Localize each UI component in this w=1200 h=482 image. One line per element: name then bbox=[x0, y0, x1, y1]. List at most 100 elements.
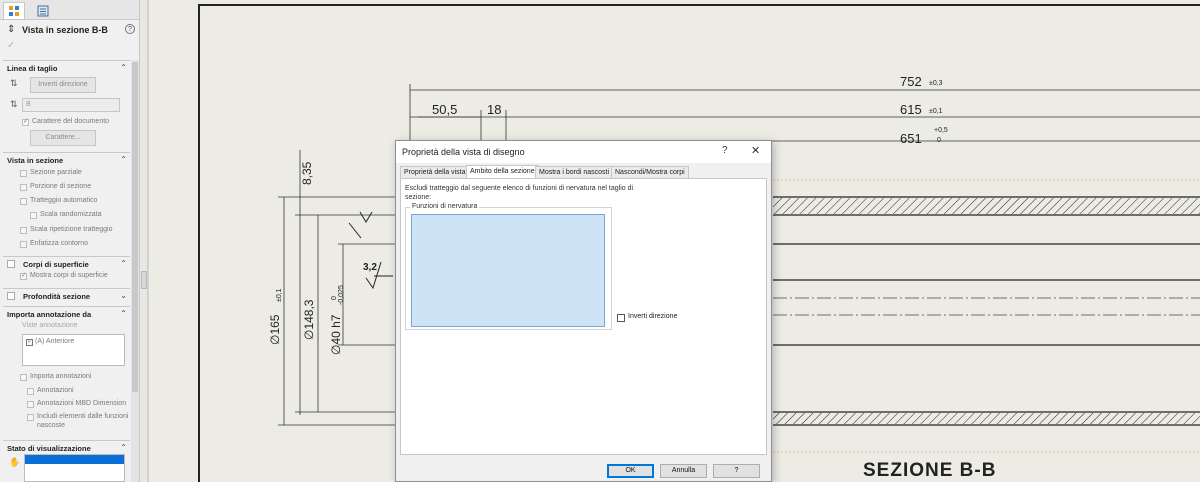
checkbox-label: Importa annotazioni bbox=[30, 373, 92, 380]
hatch-pattern-scale-option[interactable]: Scala ripetizione tratteggio bbox=[0, 225, 130, 237]
splitter-handle[interactable] bbox=[141, 271, 147, 289]
property-manager-scrollbar[interactable] bbox=[131, 60, 139, 482]
hatch-bottom bbox=[773, 413, 1200, 424]
configuration-tab[interactable] bbox=[32, 2, 54, 19]
property-manager: ⇕ Vista in sezione B-B ? ✓ Linea di tagl… bbox=[0, 0, 140, 482]
section-letter-field[interactable]: B bbox=[22, 98, 120, 112]
panel-splitter[interactable] bbox=[140, 0, 148, 482]
property-manager-title: Vista in sezione B-B bbox=[22, 25, 108, 35]
checkbox-label: Scala randomizzata bbox=[40, 211, 102, 218]
chevron-down-icon[interactable]: ⌄ bbox=[120, 291, 127, 300]
annotations-option[interactable]: Annotazioni bbox=[0, 386, 130, 398]
close-icon[interactable]: ✕ bbox=[751, 144, 760, 157]
tab-section-scope[interactable]: Ambito della sezione bbox=[466, 165, 539, 179]
checkbox-label: Sezione parziale bbox=[30, 169, 82, 176]
checkbox[interactable] bbox=[20, 227, 27, 234]
checkbox-label: Porzione di sezione bbox=[30, 183, 92, 190]
slice-section-option[interactable]: Porzione di sezione bbox=[0, 182, 130, 194]
font-button[interactable]: Carattere... bbox=[30, 130, 96, 146]
ok-check-icon[interactable]: ✓ bbox=[7, 40, 15, 51]
roughness-symbol bbox=[348, 211, 393, 290]
checkbox[interactable] bbox=[27, 401, 34, 408]
checkbox[interactable] bbox=[20, 198, 27, 205]
rib-features-list[interactable] bbox=[411, 214, 605, 327]
checkbox[interactable] bbox=[30, 212, 37, 219]
partial-section-option[interactable]: Sezione parziale bbox=[0, 168, 130, 180]
chevron-up-icon[interactable]: ⌃ bbox=[120, 63, 127, 72]
scrollbar-thumb[interactable] bbox=[132, 62, 138, 392]
tab-panel: Escludi tratteggio dal seguente elenco d… bbox=[400, 178, 767, 455]
checkbox-label: nascoste bbox=[37, 422, 66, 429]
checkbox[interactable] bbox=[20, 241, 27, 248]
dimension-18[interactable]: 18 bbox=[487, 102, 501, 117]
help-icon[interactable]: ? bbox=[722, 145, 728, 156]
dimension-dia-165[interactable]: ∅165 bbox=[268, 315, 282, 345]
randomize-scale-option[interactable]: Scala randomizzata bbox=[0, 210, 130, 222]
dialog-titlebar[interactable]: Proprietà della vista di disegno ? ✕ bbox=[396, 141, 771, 163]
checkbox[interactable] bbox=[7, 260, 15, 268]
list-item[interactable]: (A) Anteriore bbox=[23, 337, 139, 349]
selected-list-item[interactable] bbox=[25, 455, 124, 464]
ok-button[interactable]: OK bbox=[607, 464, 654, 478]
cancel-button[interactable]: Annulla bbox=[660, 464, 707, 478]
surface-bodies-section[interactable]: Corpi di superficie ⌃ bbox=[3, 256, 130, 270]
annotation-views-label: Viste annotazione bbox=[0, 321, 130, 333]
chevron-up-icon[interactable]: ⌃ bbox=[120, 155, 127, 164]
checkbox-label: Carattere del documento bbox=[32, 118, 110, 125]
property-manager-header: ⇕ Vista in sezione B-B ? bbox=[0, 22, 139, 38]
tolerance-651-upper: +0,5 bbox=[934, 127, 948, 134]
checkbox[interactable] bbox=[7, 292, 15, 300]
part-outline bbox=[773, 196, 1200, 426]
dimension-dia-40-h7[interactable]: ∅40 h7 bbox=[329, 315, 343, 355]
roughness-value[interactable]: 3,2 bbox=[363, 262, 377, 273]
dimension-615[interactable]: 615 bbox=[900, 102, 922, 117]
chevron-up-icon[interactable]: ⌃ bbox=[120, 443, 127, 452]
reverse-direction-button[interactable]: Inverti direzione bbox=[30, 77, 96, 93]
checkbox[interactable] bbox=[27, 388, 34, 395]
section-label: Importa annotazione da bbox=[7, 310, 92, 319]
dimension-752[interactable]: 752 bbox=[900, 74, 922, 89]
chevron-up-icon[interactable]: ⌃ bbox=[120, 309, 127, 318]
checkbox[interactable] bbox=[20, 184, 27, 191]
annotation-views-list[interactable]: (A) Anteriore bbox=[22, 334, 125, 366]
checkbox-label: Annotazioni MBD Dimension bbox=[37, 400, 127, 407]
doc-font-option[interactable]: Carattere del documento bbox=[0, 117, 130, 129]
tolerance-615: ±0,1 bbox=[929, 108, 943, 115]
dimension-8-35[interactable]: 8,35 bbox=[300, 162, 314, 185]
emphasize-outline-option[interactable]: Enfatizza contorno bbox=[0, 239, 130, 251]
auto-hatching-option[interactable]: Tratteggio automatico bbox=[0, 196, 130, 208]
import-annotation-section[interactable]: Importa annotazione da ⌃ bbox=[3, 306, 130, 320]
list-item-label: (A) Anteriore bbox=[35, 338, 75, 345]
center-lines bbox=[773, 297, 1200, 316]
display-state-section[interactable]: Stato di visualizzazione ⌃ bbox=[3, 440, 130, 454]
checkbox[interactable] bbox=[20, 170, 27, 177]
list-icon bbox=[37, 5, 49, 16]
doc-font-checkbox[interactable] bbox=[22, 117, 29, 126]
checkbox-label: Enfatizza contorno bbox=[30, 240, 88, 247]
show-surface-bodies-option[interactable]: Mostra corpi di superficie bbox=[0, 271, 130, 283]
property-tab[interactable] bbox=[3, 2, 25, 19]
help-icon[interactable]: ? bbox=[125, 24, 135, 34]
section-view-section[interactable]: Vista in sezione ⌃ bbox=[3, 152, 130, 166]
chevron-up-icon[interactable]: ⌃ bbox=[120, 259, 127, 268]
help-button[interactable]: ? bbox=[713, 464, 760, 478]
display-state-icon: ✋ bbox=[9, 457, 21, 467]
checkbox[interactable] bbox=[27, 414, 34, 421]
tolerance-165: ±0,1 bbox=[276, 288, 283, 302]
tolerance-40-lower: -0,025 bbox=[338, 285, 345, 305]
mbd-annotations-option[interactable]: Annotazioni MBD Dimension bbox=[0, 399, 130, 411]
invert-direction-checkbox[interactable] bbox=[617, 314, 625, 322]
cutting-line-section[interactable]: Linea di taglio ⌃ bbox=[3, 60, 130, 74]
dimension-50-5[interactable]: 50,5 bbox=[432, 102, 457, 117]
section-view-label[interactable]: SEZIONE B-B bbox=[863, 460, 996, 482]
checkbox[interactable] bbox=[20, 374, 27, 381]
dimension-651[interactable]: 651 bbox=[900, 131, 922, 146]
section-label: Profondità sezione bbox=[23, 292, 91, 301]
section-depth-section[interactable]: Profondità sezione ⌄ bbox=[3, 288, 130, 302]
checkbox[interactable] bbox=[26, 337, 33, 346]
checkbox-label: Annotazioni bbox=[37, 387, 74, 394]
display-state-list[interactable] bbox=[24, 454, 125, 482]
dimension-dia-148-3[interactable]: ∅148,3 bbox=[302, 300, 316, 340]
checkbox[interactable] bbox=[20, 271, 27, 280]
import-annotations-option[interactable]: Importa annotazioni bbox=[0, 372, 130, 384]
